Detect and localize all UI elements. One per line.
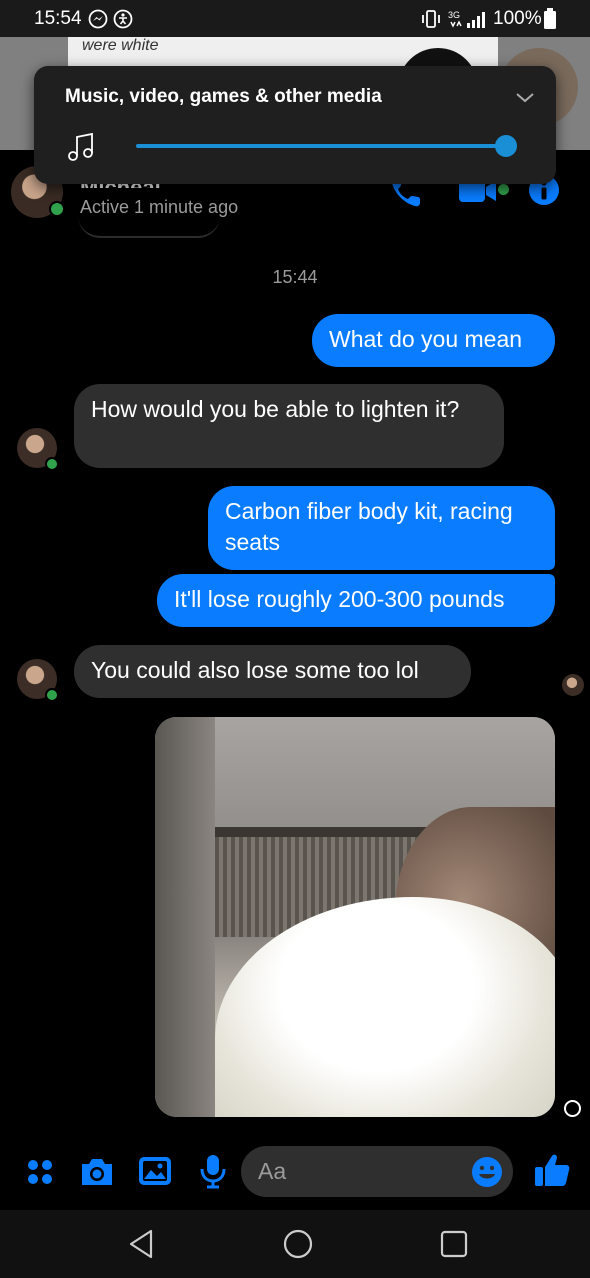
music-note-icon: [68, 132, 93, 161]
accessibility-icon: [113, 9, 133, 29]
outgoing-message[interactable]: It'll lose roughly 200-300 pounds: [157, 574, 555, 627]
sent-status-icon: [564, 1100, 581, 1117]
previous-message-edge: [78, 210, 220, 238]
recents-icon[interactable]: [439, 1229, 469, 1259]
incoming-message[interactable]: You could also lose some too lol: [74, 645, 471, 698]
outgoing-message[interactable]: Carbon fiber body kit, racing seats: [208, 486, 555, 570]
online-indicator: [45, 457, 59, 471]
home-icon[interactable]: [282, 1228, 314, 1260]
video-online-dot: [498, 184, 509, 195]
vibrate-icon: [422, 10, 440, 28]
camera-icon[interactable]: [79, 1155, 115, 1189]
back-icon[interactable]: [126, 1228, 156, 1260]
network-type-label: 3G: [448, 10, 460, 20]
online-indicator: [49, 201, 65, 217]
online-indicator: [45, 688, 59, 702]
photo-message[interactable]: [155, 717, 555, 1117]
battery-icon: [544, 8, 556, 29]
volume-slider-track[interactable]: [136, 144, 508, 148]
photo-doorframe: [155, 717, 215, 1117]
emoji-icon[interactable]: [471, 1156, 503, 1188]
incoming-message[interactable]: How would you be able to lighten it?: [74, 384, 504, 468]
messenger-notification-icon: [88, 9, 108, 29]
signal-icon: 3G: [448, 10, 485, 28]
gallery-icon[interactable]: [137, 1155, 173, 1187]
chevron-down-icon[interactable]: [514, 86, 536, 108]
volume-panel: [34, 66, 556, 184]
status-time: 15:54: [34, 8, 82, 29]
outgoing-message[interactable]: What do you mean: [312, 314, 555, 367]
more-actions-icon[interactable]: [25, 1157, 55, 1187]
message-timestamp: 15:44: [272, 267, 318, 287]
battery-percentage: 100%: [493, 8, 542, 29]
background-text: were white: [82, 37, 159, 54]
thumbs-up-icon[interactable]: [533, 1152, 571, 1188]
volume-slider-thumb[interactable]: [495, 135, 517, 157]
seen-receipt-avatar: [562, 674, 584, 696]
microphone-icon[interactable]: [199, 1153, 227, 1189]
volume-panel-title: Music, video, games & other media: [65, 86, 382, 107]
message-input-placeholder[interactable]: Aa: [258, 1158, 286, 1185]
